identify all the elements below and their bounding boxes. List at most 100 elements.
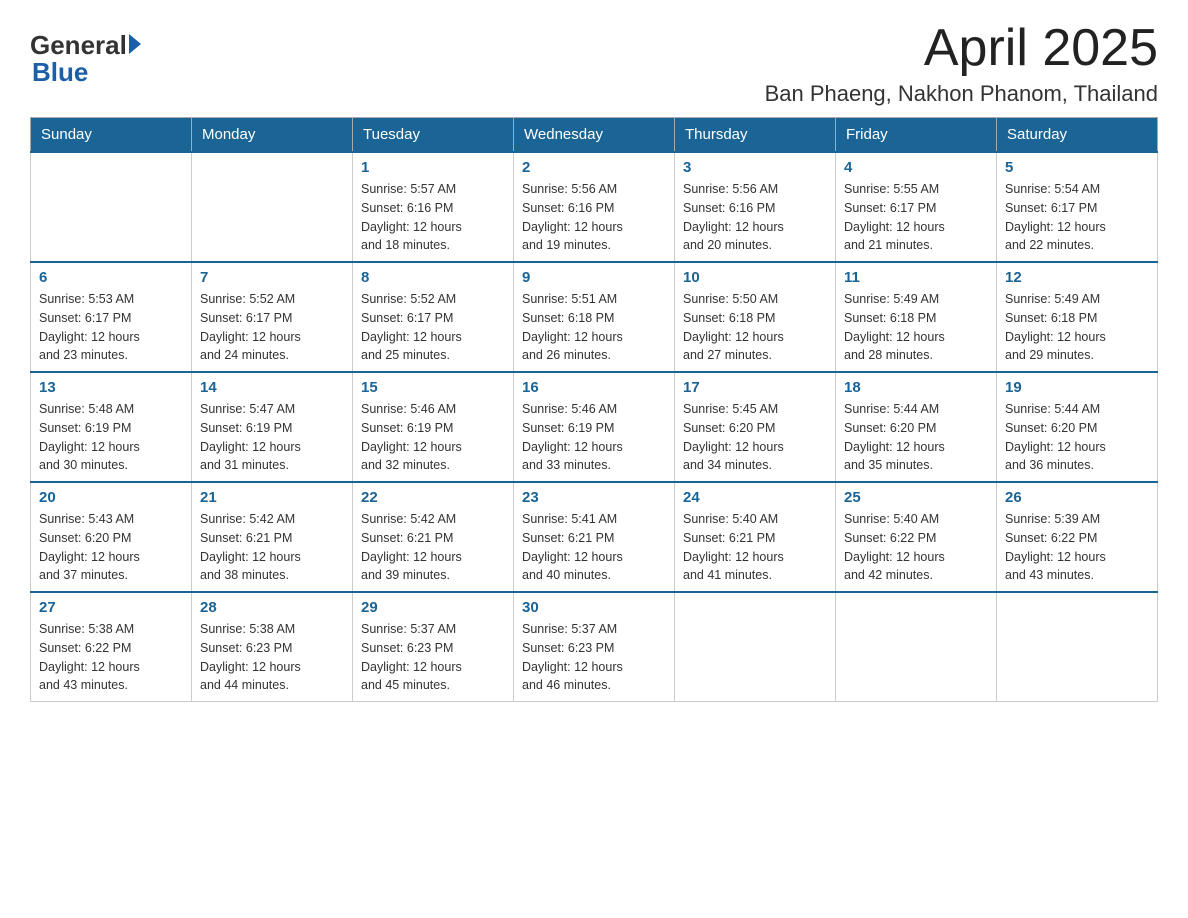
calendar-cell: 2 Sunrise: 5:56 AMSunset: 6:16 PMDaylight… xyxy=(514,152,675,262)
calendar-cell: 25 Sunrise: 5:40 AMSunset: 6:22 PMDayligh… xyxy=(836,482,997,592)
calendar-cell: 24 Sunrise: 5:40 AMSunset: 6:21 PMDayligh… xyxy=(675,482,836,592)
day-info: Sunrise: 5:41 AMSunset: 6:21 PMDaylight:… xyxy=(522,510,666,585)
week-row-5: 27 Sunrise: 5:38 AMSunset: 6:22 PMDayligh… xyxy=(31,592,1158,702)
day-info: Sunrise: 5:47 AMSunset: 6:19 PMDaylight:… xyxy=(200,400,344,475)
calendar-cell: 18 Sunrise: 5:44 AMSunset: 6:20 PMDayligh… xyxy=(836,372,997,482)
day-info: Sunrise: 5:37 AMSunset: 6:23 PMDaylight:… xyxy=(522,620,666,695)
calendar-cell xyxy=(675,592,836,702)
day-info: Sunrise: 5:38 AMSunset: 6:22 PMDaylight:… xyxy=(39,620,183,695)
day-info: Sunrise: 5:52 AMSunset: 6:17 PMDaylight:… xyxy=(361,290,505,365)
calendar-header-tuesday: Tuesday xyxy=(353,118,514,153)
calendar-cell: 3 Sunrise: 5:56 AMSunset: 6:16 PMDaylight… xyxy=(675,152,836,262)
day-info: Sunrise: 5:42 AMSunset: 6:21 PMDaylight:… xyxy=(361,510,505,585)
day-info: Sunrise: 5:52 AMSunset: 6:17 PMDaylight:… xyxy=(200,290,344,365)
calendar-cell: 19 Sunrise: 5:44 AMSunset: 6:20 PMDayligh… xyxy=(997,372,1158,482)
logo-blue: Blue xyxy=(32,57,88,88)
calendar-cell: 7 Sunrise: 5:52 AMSunset: 6:17 PMDaylight… xyxy=(192,262,353,372)
day-info: Sunrise: 5:46 AMSunset: 6:19 PMDaylight:… xyxy=(361,400,505,475)
day-number: 25 xyxy=(844,489,988,506)
calendar-header-sunday: Sunday xyxy=(31,118,192,153)
calendar-cell xyxy=(836,592,997,702)
page-header: General Blue April 2025 Ban Phaeng, Nakh… xyxy=(30,20,1158,107)
calendar-cell xyxy=(31,152,192,262)
day-number: 23 xyxy=(522,489,666,506)
calendar-cell: 30 Sunrise: 5:37 AMSunset: 6:23 PMDayligh… xyxy=(514,592,675,702)
day-info: Sunrise: 5:40 AMSunset: 6:21 PMDaylight:… xyxy=(683,510,827,585)
calendar-cell: 29 Sunrise: 5:37 AMSunset: 6:23 PMDayligh… xyxy=(353,592,514,702)
day-number: 3 xyxy=(683,159,827,176)
day-info: Sunrise: 5:45 AMSunset: 6:20 PMDaylight:… xyxy=(683,400,827,475)
title-area: April 2025 Ban Phaeng, Nakhon Phanom, Th… xyxy=(765,20,1158,107)
day-number: 11 xyxy=(844,269,988,286)
calendar-cell: 10Sunrise: 5:50 AMSunset: 6:18 PMDayligh… xyxy=(675,262,836,372)
calendar-header-row: SundayMondayTuesdayWednesdayThursdayFrid… xyxy=(31,118,1158,153)
calendar-header-saturday: Saturday xyxy=(997,118,1158,153)
day-info: Sunrise: 5:48 AMSunset: 6:19 PMDaylight:… xyxy=(39,400,183,475)
day-info: Sunrise: 5:54 AMSunset: 6:17 PMDaylight:… xyxy=(1005,180,1149,255)
calendar-cell: 21 Sunrise: 5:42 AMSunset: 6:21 PMDayligh… xyxy=(192,482,353,592)
week-row-2: 6 Sunrise: 5:53 AMSunset: 6:17 PMDaylight… xyxy=(31,262,1158,372)
day-number: 19 xyxy=(1005,379,1149,396)
day-info: Sunrise: 5:39 AMSunset: 6:22 PMDaylight:… xyxy=(1005,510,1149,585)
week-row-4: 20 Sunrise: 5:43 AMSunset: 6:20 PMDayligh… xyxy=(31,482,1158,592)
day-info: Sunrise: 5:55 AMSunset: 6:17 PMDaylight:… xyxy=(844,180,988,255)
calendar-cell: 16 Sunrise: 5:46 AMSunset: 6:19 PMDayligh… xyxy=(514,372,675,482)
month-title: April 2025 xyxy=(765,20,1158,77)
day-info: Sunrise: 5:37 AMSunset: 6:23 PMDaylight:… xyxy=(361,620,505,695)
calendar-cell: 17 Sunrise: 5:45 AMSunset: 6:20 PMDayligh… xyxy=(675,372,836,482)
calendar-cell xyxy=(997,592,1158,702)
calendar-cell: 13Sunrise: 5:48 AMSunset: 6:19 PMDayligh… xyxy=(31,372,192,482)
day-info: Sunrise: 5:56 AMSunset: 6:16 PMDaylight:… xyxy=(522,180,666,255)
day-number: 4 xyxy=(844,159,988,176)
day-number: 20 xyxy=(39,489,183,506)
day-number: 5 xyxy=(1005,159,1149,176)
day-number: 28 xyxy=(200,599,344,616)
day-number: 17 xyxy=(683,379,827,396)
day-number: 29 xyxy=(361,599,505,616)
day-info: Sunrise: 5:46 AMSunset: 6:19 PMDaylight:… xyxy=(522,400,666,475)
day-info: Sunrise: 5:53 AMSunset: 6:17 PMDaylight:… xyxy=(39,290,183,365)
day-info: Sunrise: 5:40 AMSunset: 6:22 PMDaylight:… xyxy=(844,510,988,585)
logo-arrow-icon xyxy=(129,34,141,54)
day-info: Sunrise: 5:44 AMSunset: 6:20 PMDaylight:… xyxy=(1005,400,1149,475)
calendar-cell: 9 Sunrise: 5:51 AMSunset: 6:18 PMDaylight… xyxy=(514,262,675,372)
day-number: 1 xyxy=(361,159,505,176)
day-number: 22 xyxy=(361,489,505,506)
calendar-header-wednesday: Wednesday xyxy=(514,118,675,153)
day-info: Sunrise: 5:57 AMSunset: 6:16 PMDaylight:… xyxy=(361,180,505,255)
day-info: Sunrise: 5:43 AMSunset: 6:20 PMDaylight:… xyxy=(39,510,183,585)
day-info: Sunrise: 5:42 AMSunset: 6:21 PMDaylight:… xyxy=(200,510,344,585)
day-info: Sunrise: 5:51 AMSunset: 6:18 PMDaylight:… xyxy=(522,290,666,365)
day-info: Sunrise: 5:49 AMSunset: 6:18 PMDaylight:… xyxy=(844,290,988,365)
location-title: Ban Phaeng, Nakhon Phanom, Thailand xyxy=(765,81,1158,107)
calendar-cell: 15Sunrise: 5:46 AMSunset: 6:19 PMDayligh… xyxy=(353,372,514,482)
day-number: 16 xyxy=(522,379,666,396)
day-number: 18 xyxy=(844,379,988,396)
day-number: 14 xyxy=(200,379,344,396)
day-number: 10 xyxy=(683,269,827,286)
calendar-cell: 14 Sunrise: 5:47 AMSunset: 6:19 PMDayligh… xyxy=(192,372,353,482)
week-row-1: 1 Sunrise: 5:57 AMSunset: 6:16 PMDaylight… xyxy=(31,152,1158,262)
calendar-cell: 8 Sunrise: 5:52 AMSunset: 6:17 PMDaylight… xyxy=(353,262,514,372)
day-number: 9 xyxy=(522,269,666,286)
day-info: Sunrise: 5:44 AMSunset: 6:20 PMDaylight:… xyxy=(844,400,988,475)
day-number: 30 xyxy=(522,599,666,616)
calendar-cell: 26Sunrise: 5:39 AMSunset: 6:22 PMDayligh… xyxy=(997,482,1158,592)
calendar-cell: 4 Sunrise: 5:55 AMSunset: 6:17 PMDaylight… xyxy=(836,152,997,262)
day-number: 21 xyxy=(200,489,344,506)
day-number: 8 xyxy=(361,269,505,286)
day-number: 7 xyxy=(200,269,344,286)
calendar-cell: 5 Sunrise: 5:54 AMSunset: 6:17 PMDaylight… xyxy=(997,152,1158,262)
calendar-cell xyxy=(192,152,353,262)
day-number: 27 xyxy=(39,599,183,616)
calendar-cell: 20 Sunrise: 5:43 AMSunset: 6:20 PMDayligh… xyxy=(31,482,192,592)
day-number: 6 xyxy=(39,269,183,286)
day-number: 2 xyxy=(522,159,666,176)
day-info: Sunrise: 5:56 AMSunset: 6:16 PMDaylight:… xyxy=(683,180,827,255)
day-number: 24 xyxy=(683,489,827,506)
calendar-table: SundayMondayTuesdayWednesdayThursdayFrid… xyxy=(30,117,1158,702)
calendar-cell: 27 Sunrise: 5:38 AMSunset: 6:22 PMDayligh… xyxy=(31,592,192,702)
calendar-cell: 1 Sunrise: 5:57 AMSunset: 6:16 PMDaylight… xyxy=(353,152,514,262)
week-row-3: 13Sunrise: 5:48 AMSunset: 6:19 PMDayligh… xyxy=(31,372,1158,482)
calendar-cell: 6 Sunrise: 5:53 AMSunset: 6:17 PMDaylight… xyxy=(31,262,192,372)
